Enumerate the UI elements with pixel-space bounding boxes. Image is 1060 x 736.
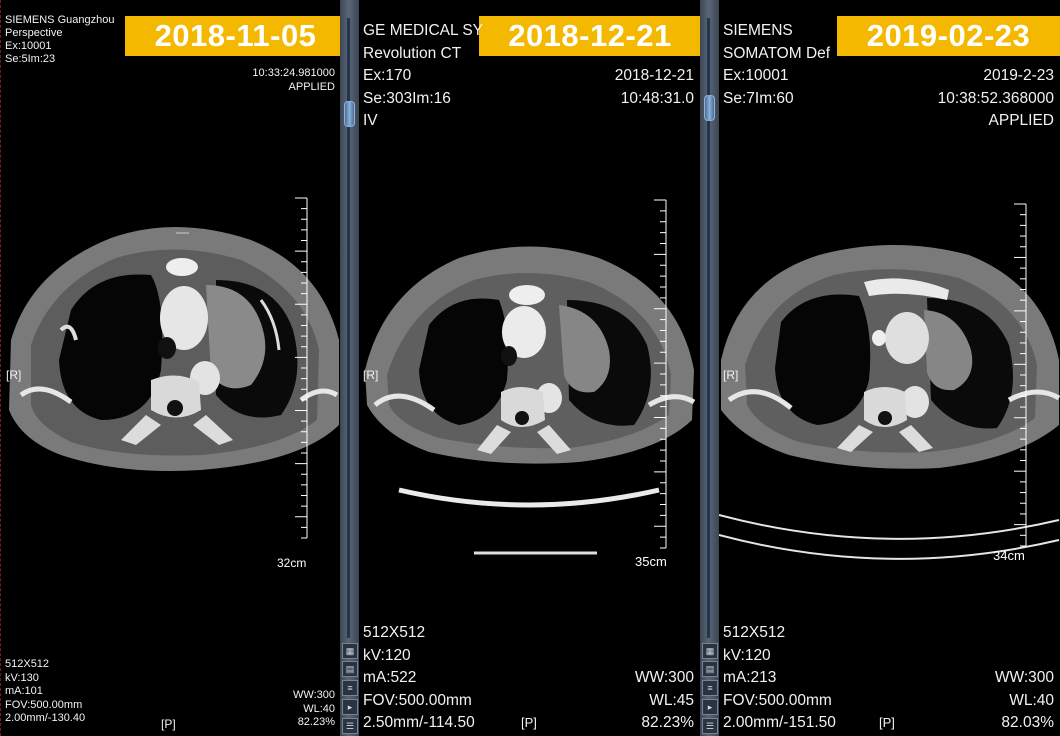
series-image: Se:303Im:16: [363, 89, 451, 107]
window-level: WL:45: [649, 691, 694, 709]
applied-label: APPLIED: [988, 112, 1054, 129]
window-icon[interactable]: ▦: [702, 643, 718, 659]
grid-icon[interactable]: ▤: [342, 661, 358, 677]
manufacturer-label: GE MEDICAL SY: [363, 22, 484, 39]
grid-icon[interactable]: ▤: [702, 661, 718, 677]
date-badge: 2018-11-05: [125, 16, 341, 56]
model-label: Revolution CT: [363, 44, 462, 62]
bottom-right-info: WW:300 WL:45 82.23%: [635, 667, 694, 735]
posterior-label: [P]: [879, 715, 895, 730]
fov-value: FOV:500.00mm: [363, 691, 472, 709]
acquisition-time: 10:38:52.368000: [937, 89, 1054, 107]
scale-label: 34cm: [993, 548, 1025, 563]
window-icon[interactable]: ▦: [342, 643, 358, 659]
play-icon[interactable]: ▸: [702, 699, 718, 715]
zoom-level: 82.23%: [297, 716, 335, 728]
manufacturer-label: SIEMENS Guangzhou: [5, 14, 115, 26]
matrix-size: 512X512: [5, 658, 50, 670]
bottom-right-info: WW:300 WL:40 82.23%: [293, 689, 335, 730]
ma-value: mA:522: [363, 669, 417, 686]
ct-viewport-3[interactable]: 2019-02-23 SIEMENS SOMATOM Def Ex:10001 …: [719, 0, 1060, 736]
bottom-left-info: 512X512 kV:120 mA:522 FOV:500.00mm 2.50m…: [363, 622, 475, 735]
ma-value: mA:213: [723, 669, 777, 686]
date-badge: 2018-12-21: [479, 16, 700, 56]
matrix-size: 512X512: [723, 624, 786, 641]
matrix-size: 512X512: [363, 624, 426, 641]
scroll-thumb-icon[interactable]: [704, 95, 715, 121]
slice-position: 2.00mm/-151.50: [723, 714, 836, 731]
bottom-right-info: WW:300 WL:40 82.03%: [995, 667, 1054, 735]
view-label: Perspective: [5, 27, 63, 39]
series-image: Se:7Im:60: [723, 89, 794, 107]
exam-number: Ex:10001: [723, 67, 789, 84]
scroll-thumb-icon[interactable]: [344, 101, 355, 127]
top-left-info: SIEMENS SOMATOM Def Ex:10001 Se:7Im:60: [723, 20, 830, 110]
orientation-label: [R]: [363, 368, 379, 382]
posterior-label: [P]: [161, 717, 176, 731]
fov-value: FOV:500.00mm: [5, 698, 83, 711]
menu-icon[interactable]: ☰: [702, 718, 718, 734]
window-width: WW:300: [293, 689, 335, 701]
zoom-level: 82.03%: [1001, 714, 1054, 731]
viewport-scrollbar-1[interactable]: ▦ ▤ ≡ ▸ ☰: [340, 0, 359, 736]
window-level: WL:40: [303, 702, 335, 715]
bottom-left-info: 512X512 kV:120 mA:213 FOV:500.00mm 2.00m…: [723, 622, 836, 735]
posterior-label: [P]: [521, 715, 537, 730]
play-icon[interactable]: ▸: [342, 699, 358, 715]
applied-label: APPLIED: [288, 81, 335, 93]
manufacturer-label: SIEMENS: [723, 22, 793, 39]
window-width: WW:300: [994, 669, 1054, 686]
window-width: WW:300: [634, 669, 694, 686]
viewport-scrollbar-2[interactable]: ▦ ▤ ≡ ▸ ☰: [700, 0, 719, 736]
list-icon[interactable]: ≡: [342, 680, 358, 696]
fov-value: FOV:500.00mm: [723, 691, 832, 709]
kv-value: kV:130: [5, 671, 39, 684]
study-date: 2019-2-23: [983, 67, 1054, 84]
top-right-info: 2019-2-23 10:38:52.368000 APPLIED: [938, 65, 1054, 133]
list-icon[interactable]: ≡: [702, 680, 718, 696]
acquisition-time: 10:33:24.981000: [252, 67, 335, 79]
top-right-info: 2018-12-21 10:48:31.0: [615, 65, 694, 110]
top-right-info: 10:33:24.981000 APPLIED: [252, 66, 335, 94]
series-image: Se:5Im:23: [5, 53, 56, 65]
study-date: 2018-12-21: [614, 67, 694, 84]
scale-label: 32cm: [277, 556, 307, 570]
orientation-label: [R]: [6, 368, 22, 382]
acquisition-time: 10:48:31.0: [620, 89, 694, 107]
contrast-label: IV: [363, 112, 378, 129]
ct-viewport-1[interactable]: 2018-11-05 SIEMENS Guangzhou Perspective…: [0, 0, 341, 736]
ct-image-1: [9, 197, 339, 539]
window-level: WL:40: [1009, 691, 1054, 709]
exam-number: Ex:170: [363, 67, 412, 84]
ma-value: mA:101: [5, 685, 43, 697]
scale-label: 35cm: [635, 554, 667, 569]
top-left-info: SIEMENS Guangzhou Perspective Ex:10001 S…: [5, 14, 114, 66]
kv-value: kV:120: [363, 646, 411, 664]
top-left-info: GE MEDICAL SY Revolution CT Ex:170 Se:30…: [363, 20, 483, 133]
zoom-level: 82.23%: [641, 714, 694, 731]
exam-number: Ex:10001: [5, 40, 52, 52]
ct-viewport-2[interactable]: 2018-12-21 GE MEDICAL SY Revolution CT E…: [359, 0, 700, 736]
bottom-left-info: 512X512 kV:130 mA:101 FOV:500.00mm 2.00m…: [5, 658, 85, 726]
model-label: SOMATOM Def: [723, 44, 831, 62]
kv-value: kV:120: [723, 646, 771, 664]
date-badge: 2019-02-23: [837, 16, 1060, 56]
menu-icon[interactable]: ☰: [342, 718, 358, 734]
slice-position: 2.50mm/-114.50: [363, 714, 475, 731]
orientation-label: [R]: [723, 368, 739, 382]
slice-position: 2.00mm/-130.40: [5, 712, 86, 724]
